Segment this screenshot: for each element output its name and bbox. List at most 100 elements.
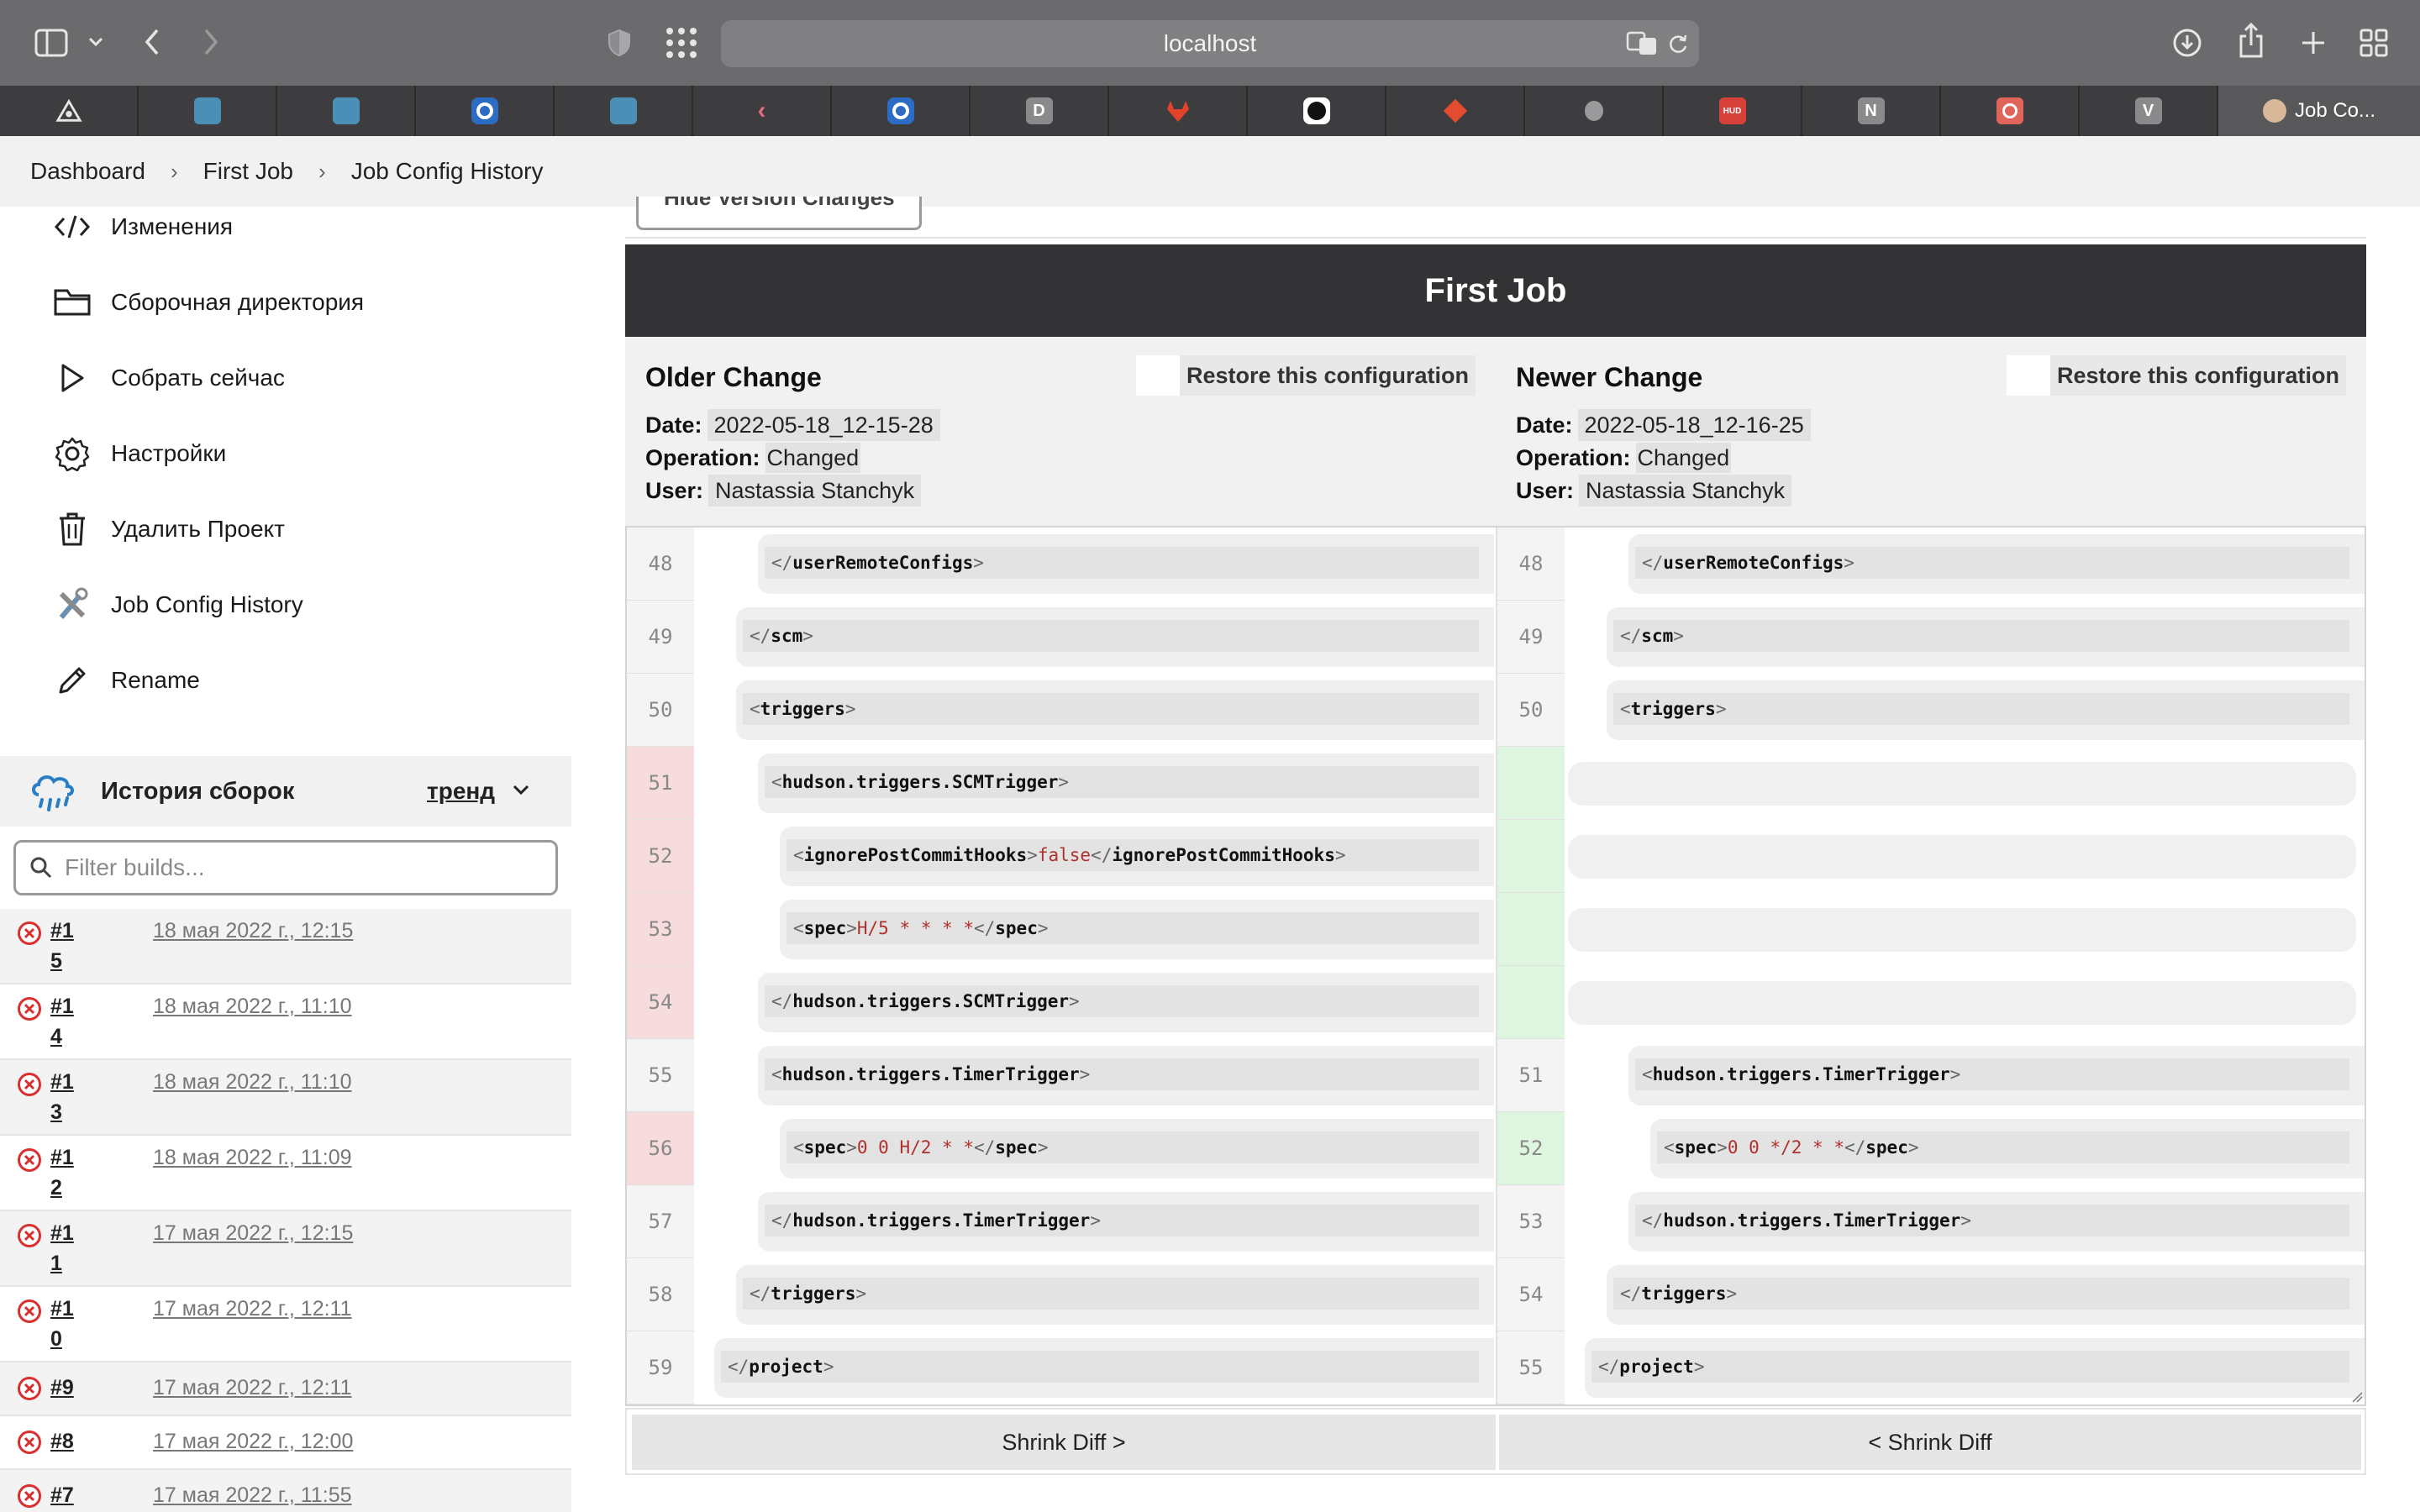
xml-bracket: </ <box>1642 1210 1664 1231</box>
build-date-link[interactable]: 17 мая 2022 г., 12:11 <box>153 1373 352 1403</box>
build-number-link[interactable]: #8 <box>50 1426 101 1457</box>
reload-icon[interactable] <box>1665 32 1691 57</box>
sidebar-item-changes[interactable]: Изменения <box>52 202 233 252</box>
sidebar-toggle-icon[interactable] <box>32 25 71 60</box>
filter-builds-field[interactable] <box>13 840 558 895</box>
diff-line: 53 < spec > H/5 * * * * </spec > <box>627 893 1496 966</box>
tab-book-1[interactable] <box>139 86 277 136</box>
breadcrumb-dashboard[interactable]: Dashboard <box>30 158 145 185</box>
tab-git[interactable] <box>1386 86 1525 136</box>
line-number: 53 <box>1497 1185 1565 1258</box>
diff-view[interactable]: 48 </userRemoteConfigs >49 </scm >50 < trigger… <box>625 526 2366 1406</box>
code-line: < spec > H/5 * * * * </spec > <box>786 912 1479 944</box>
trend-link[interactable]: тренд <box>427 756 495 827</box>
sidebar-item-label: Изменения <box>111 213 234 239</box>
tab-d[interactable]: D <box>971 86 1109 136</box>
date-label: Date: <box>1516 412 1573 438</box>
build-number-link[interactable]: #13 <box>50 1067 76 1127</box>
job-title: First Job <box>1424 271 1567 309</box>
build-history-title: История сборок <box>101 777 295 805</box>
xml-tag-name: ignorePostCommitHooks <box>803 845 1028 865</box>
new-tab-icon[interactable] <box>2297 27 2329 59</box>
restore-checkbox[interactable] <box>1135 355 1180 396</box>
sidebar-item-delete-project[interactable]: Удалить Проект <box>52 504 285 554</box>
tab-app[interactable] <box>0 86 139 136</box>
restore-newer-button[interactable]: Restore this configuration <box>2006 355 2346 396</box>
forward-icon[interactable] <box>198 25 224 59</box>
build-number-link[interactable]: #15 <box>50 916 76 976</box>
search-icon <box>29 856 55 881</box>
build-date-link[interactable]: 18 мая 2022 г., 11:10 <box>153 991 352 1021</box>
code-line: < spec >0 0 H/2 * * </spec > <box>786 1131 1479 1163</box>
tab-active[interactable]: Job Co... <box>2218 86 2420 136</box>
build-date-link[interactable]: 17 мая 2022 г., 12:00 <box>153 1426 353 1457</box>
xml-tag-name: spec <box>995 918 1038 938</box>
book-icon <box>609 97 637 124</box>
restore-older-button[interactable]: Restore this configuration <box>1135 355 1476 396</box>
tab-book-3[interactable] <box>555 86 693 136</box>
build-number-link[interactable]: #14 <box>50 991 76 1052</box>
tab-overview-icon[interactable] <box>2358 27 2390 59</box>
sidebar: Изменения Сборочная директория Собрать с… <box>0 207 571 1512</box>
build-number-link[interactable]: #12 <box>50 1142 76 1203</box>
xml-tag-name: spec <box>1865 1137 1908 1158</box>
shrink-left-button[interactable]: Shrink Diff > <box>632 1415 1496 1470</box>
build-number-link[interactable]: #9 <box>50 1373 101 1403</box>
build-number-link[interactable]: #11 <box>50 1218 76 1278</box>
translate-icon[interactable] <box>1625 30 1659 57</box>
letter-icon: N <box>1857 97 1885 124</box>
grid-icon[interactable] <box>664 25 699 60</box>
older-change-panel: Older Change Restore this configuration … <box>625 337 1496 526</box>
newer-diff-pane: 48 </userRemoteConfigs >49 </scm >50 < trigger… <box>1497 528 2365 1404</box>
shield-icon[interactable] <box>605 27 634 59</box>
chevron-down-icon[interactable] <box>84 30 108 54</box>
sidebar-item-job-config-history[interactable]: Job Config History <box>52 580 303 630</box>
breadcrumb-job-config-history[interactable]: Job Config History <box>351 158 544 185</box>
back-icon[interactable] <box>139 25 165 59</box>
sidebar-item-build-now[interactable]: Собрать сейчас <box>52 353 285 403</box>
build-date-link[interactable]: 18 мая 2022 г., 12:15 <box>153 916 353 946</box>
tab-flutter[interactable]: ‹ <box>693 86 832 136</box>
build-number-link[interactable]: #10 <box>50 1294 76 1354</box>
build-date-link[interactable]: 18 мая 2022 г., 11:09 <box>153 1142 352 1173</box>
build-number-link[interactable]: #7 <box>50 1480 101 1510</box>
share-icon[interactable] <box>2235 22 2267 59</box>
tab-book-2[interactable] <box>277 86 416 136</box>
shrink-right-button[interactable]: < Shrink Diff <box>1499 1415 2361 1470</box>
resize-handle-icon[interactable] <box>2349 1389 2363 1403</box>
tab-n[interactable]: N <box>1802 86 1941 136</box>
build-date-link[interactable]: 18 мая 2022 г., 11:10 <box>153 1067 352 1097</box>
line-number: 52 <box>1497 1112 1565 1185</box>
filter-builds-input[interactable] <box>65 849 535 886</box>
download-icon[interactable] <box>2171 27 2203 59</box>
build-date-link[interactable]: 17 мая 2022 г., 11:55 <box>153 1480 352 1510</box>
restore-checkbox[interactable] <box>2006 355 2050 396</box>
sidebar-item-rename[interactable]: Rename <box>52 655 200 706</box>
code-line: </userRemoteConfigs > <box>1635 547 2349 579</box>
sidebar-item-configure[interactable]: Настройки <box>52 428 226 479</box>
breadcrumb-first-job[interactable]: First Job <box>203 158 293 185</box>
xml-bracket: > <box>802 626 813 646</box>
code-line: < spec >0 0 */2 * * </spec > <box>1657 1131 2349 1163</box>
tab-hud[interactable]: HUD <box>1664 86 1802 136</box>
letter-icon: D <box>1025 97 1053 124</box>
build-date-link[interactable]: 17 мая 2022 г., 12:15 <box>153 1218 353 1248</box>
tab-circle-1[interactable] <box>416 86 555 136</box>
xml-bracket: > <box>1949 1064 1961 1084</box>
error-icon <box>17 1299 42 1324</box>
address-bar[interactable]: localhost <box>721 20 1699 67</box>
tab-gitlab[interactable] <box>1109 86 1248 136</box>
sidebar-item-label: Собрать сейчас <box>111 365 285 391</box>
tab-apple[interactable] <box>1525 86 1664 136</box>
tab-openai[interactable] <box>1941 86 2080 136</box>
build-date-link[interactable]: 17 мая 2022 г., 12:11 <box>153 1294 352 1324</box>
older-diff-pane: 48 </userRemoteConfigs >49 </scm >50 < trigger… <box>627 528 1496 1404</box>
hide-version-changes-button[interactable]: Hide Version Changes <box>636 197 922 230</box>
tab-v[interactable]: V <box>2080 86 2218 136</box>
sidebar-item-workspace[interactable]: Сборочная директория <box>52 277 364 328</box>
tab-circle-2[interactable] <box>832 86 971 136</box>
diff-line: 52 < spec >0 0 */2 * * </spec > <box>1497 1112 2365 1185</box>
diff-line: 49 </scm > <box>1497 601 2365 674</box>
chevron-down-icon[interactable] <box>511 780 534 803</box>
tab-github[interactable] <box>1248 86 1386 136</box>
